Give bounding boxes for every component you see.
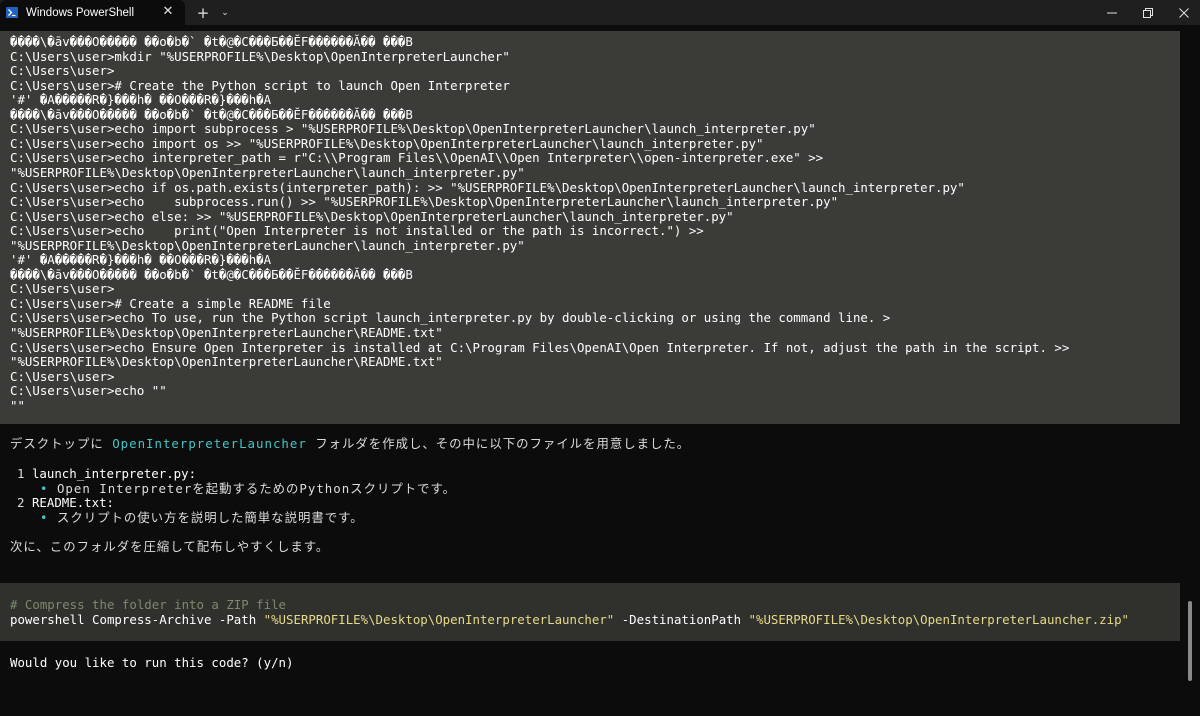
terminal-output[interactable]: ����\�āv���O����� ��o�b�` �t�@�C���Ƃ��ĔF… (0, 25, 1200, 716)
terminal-line: C:\Users\user>echo subprocess.run() >> "… (10, 194, 839, 210)
title-bar: Windows PowerShell ✕ + ⌄ (0, 0, 1200, 25)
message-intro: デスクトップに OpenInterpreterLauncher フォルダを作成し… (10, 436, 691, 451)
terminal-line: C:\Users\user> (10, 63, 115, 79)
terminal-line: C:\Users\user>echo if os.path.exists(int… (10, 179, 965, 195)
close-button[interactable] (1164, 0, 1200, 25)
terminal-line: '#' �A�����R�}���h� ��O���R�}���h�A (10, 92, 272, 108)
terminal-line: C:\Users\user>echo interpreter_path = r"… (10, 150, 824, 166)
terminal-line: ����\�āv���O����� ��o�b�` �t�@�C���Ƃ��ĔF… (10, 34, 413, 49)
terminal-line: C:\Users\user> (10, 368, 115, 384)
tab-close-icon[interactable]: ✕ (161, 4, 175, 20)
folder-name: OpenInterpreterLauncher (112, 436, 307, 451)
tab-windows-powershell[interactable]: Windows PowerShell ✕ (0, 0, 185, 25)
code-comment: # Compress the folder into a ZIP file (10, 597, 287, 612)
terminal-line: C:\Users\user>echo print("Open Interpret… (10, 223, 704, 239)
terminal-line: C:\Users\user>mkdir "%USERPROFILE%\Deskt… (10, 48, 510, 64)
close-icon (1179, 7, 1189, 18)
terminal-line: C:\Users\user># Create the Python script… (10, 77, 510, 93)
terminal-line: '#' �A�����R�}���h� ��O���R�}���h�A (10, 252, 272, 268)
list-item: 1 launch_interpreter.py: (17, 466, 197, 481)
terminal-line: C:\Users\user>echo import os >> "%USERPR… (10, 135, 764, 151)
terminal-line: "%USERPROFILE%\Desktop\OpenInterpreterLa… (10, 164, 525, 180)
restore-icon (1143, 7, 1153, 18)
terminal-line: ����\�āv���O����� ��o�b�` �t�@�C���Ƃ��ĔF… (10, 106, 413, 122)
list-item: 2 README.txt: (17, 495, 114, 510)
terminal-line: C:\Users\user> (10, 281, 115, 297)
code-command: powershell Compress-Archive -Path "%USER… (10, 612, 1129, 627)
maximize-button[interactable] (1128, 0, 1168, 25)
terminal-line: C:\Users\user>echo "" (10, 383, 167, 399)
run-code-prompt: Would you like to run this code? (y/n) (10, 655, 294, 670)
terminal-line: C:\Users\user>echo Ensure Open Interpret… (10, 339, 1070, 355)
terminal-line: "%USERPROFILE%\Desktop\OpenInterpreterLa… (10, 325, 443, 340)
terminal-line: "" (10, 397, 25, 413)
terminal-line: "%USERPROFILE%\Desktop\OpenInterpreterLa… (10, 237, 525, 253)
minimize-button[interactable] (1092, 0, 1132, 25)
terminal-line: C:\Users\user>echo import subprocess > "… (10, 121, 816, 137)
new-tab-button[interactable]: + (195, 4, 211, 22)
scrollbar[interactable] (1188, 601, 1192, 681)
minimize-icon (1107, 12, 1117, 13)
terminal-line: C:\Users\user>echo else: >> "%USERPROFIL… (10, 208, 734, 224)
terminal-line: C:\Users\user>echo To use, run the Pytho… (10, 310, 891, 326)
terminal-line: "%USERPROFILE%\Desktop\OpenInterpreterLa… (10, 354, 443, 370)
terminal-line: C:\Users\user># Create a simple README f… (10, 295, 331, 311)
chevron-down-icon[interactable]: ⌄ (219, 8, 231, 18)
terminal-line: ����\�āv���O����� ��o�b�` �t�@�C���Ƃ��ĔF… (10, 266, 413, 282)
list-item-desc: • スクリプトの使い方を説明した簡単な説明書です。 (40, 510, 364, 525)
tab-title: Windows PowerShell (26, 6, 135, 19)
powershell-icon (6, 7, 18, 18)
message-next: 次に、このフォルダを圧縮して配布しやすくします。 (10, 539, 330, 554)
